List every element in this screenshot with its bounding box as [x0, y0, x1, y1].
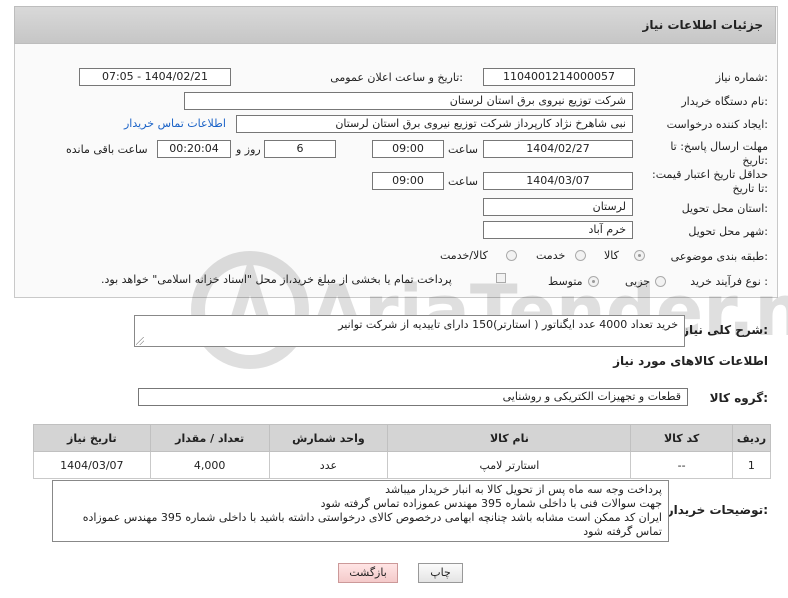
price-validity-time[interactable]: 09:00: [372, 172, 444, 190]
reply-deadline-label: مهلت ارسال پاسخ: تا تاریخ:: [670, 140, 768, 167]
purchase-radio-medium[interactable]: [588, 276, 599, 287]
col-name: نام کالا: [387, 424, 632, 452]
price-validity-label: حداقل تاریخ اعتبار قیمت: تا تاریخ:: [652, 168, 768, 195]
category-option-both: کالا/خدمت: [440, 249, 488, 262]
province-field[interactable]: لرستان: [483, 198, 633, 216]
city-field[interactable]: خرم آباد: [483, 221, 633, 239]
announce-datetime-field[interactable]: 1404/02/21 - 07:05: [79, 68, 231, 86]
category-radio-goods[interactable]: [634, 250, 645, 261]
price-time-label: ساعت: [448, 175, 478, 188]
col-unit: واحد شمارش: [268, 424, 389, 452]
description-textarea[interactable]: خرید تعداد 4000 عدد ایگناتور ( استارتر)1…: [134, 315, 685, 347]
buyer-org-field[interactable]: شرکت توزیع نیروی برق استان لرستان: [184, 92, 633, 110]
table-row[interactable]: 1 -- استارتر لامپ عدد 4,000 1404/03/07: [33, 451, 772, 479]
buyer-note-line: جهت سوالات فنی با داخلی شماره 395 مهندس …: [320, 497, 662, 510]
cell-qty: 4,000: [149, 451, 270, 479]
remaining-label: ساعت باقی مانده: [66, 143, 148, 156]
reply-time-label: ساعت: [448, 143, 478, 156]
requester-field[interactable]: نبی شاهرخ نژاد کارپرداز شرکت توزیع نیروی…: [236, 115, 633, 133]
treasury-bond-checkbox[interactable]: [496, 273, 506, 283]
category-option-service: خدمت: [536, 249, 566, 262]
cell-name: استارتر لامپ: [387, 451, 632, 479]
announce-datetime-label: تاریخ و ساعت اعلان عمومی:: [330, 71, 463, 84]
print-button[interactable]: چاپ: [418, 563, 463, 583]
purchase-type-label: نوع فرآیند خرید :: [690, 275, 768, 288]
buyer-notes-textarea[interactable]: پرداخت وجه سه ماه پس از تحویل کالا به ان…: [52, 480, 669, 542]
cell-unit: عدد: [268, 451, 389, 479]
price-validity-date[interactable]: 1404/03/07: [483, 172, 633, 190]
province-label: استان محل تحویل:: [681, 202, 768, 215]
category-radio-both[interactable]: [506, 250, 517, 261]
buyer-note-line: ایران کد ممکن است مشابه باشد چنانچه ابها…: [82, 511, 662, 538]
buyer-contact-link[interactable]: اطلاعات تماس خریدار: [124, 117, 226, 130]
cell-row: 1: [731, 451, 772, 479]
goods-table-header: ردیف کد کالا نام کالا واحد شمارش تعداد /…: [33, 424, 772, 452]
col-code: کد کالا: [630, 424, 733, 452]
purchase-option-medium: متوسط: [548, 275, 583, 288]
cell-code: --: [630, 451, 733, 479]
category-label: طبقه بندی موضوعی:: [670, 250, 768, 263]
page-title: جزئیات اطلاعات نیاز: [642, 18, 763, 32]
category-option-goods: کالا: [604, 249, 619, 262]
remaining-time-field[interactable]: 00:20:04: [157, 140, 231, 158]
description-text: خرید تعداد 4000 عدد ایگناتور ( استارتر)1…: [338, 318, 678, 331]
goods-group-field[interactable]: قطعات و تجهیزات الکتریکی و روشنایی: [138, 388, 688, 406]
need-number-field[interactable]: 1104001214000057: [483, 68, 635, 86]
purchase-radio-minor[interactable]: [655, 276, 666, 287]
days-label: روز و: [236, 143, 261, 156]
treasury-bond-note: پرداخت تمام یا بخشی از مبلغ خرید،از محل …: [101, 273, 452, 286]
reply-deadline-time[interactable]: 09:00: [372, 140, 444, 158]
col-row: ردیف: [731, 424, 772, 452]
resize-handle-icon[interactable]: [136, 337, 144, 345]
buyer-org-label: نام دستگاه خریدار:: [681, 95, 768, 108]
need-number-label: شماره نیاز:: [715, 71, 768, 84]
col-date: تاریخ نیاز: [33, 424, 151, 452]
purchase-option-minor: جزیی: [625, 275, 651, 288]
goods-section-title: اطلاعات کالاهای مورد نیاز: [613, 354, 768, 368]
cell-date: 1404/03/07: [33, 451, 151, 479]
col-qty: تعداد / مقدار: [149, 424, 270, 452]
buyer-notes-label: توضیحات خریدار:: [666, 503, 768, 517]
panel-header: جزئیات اطلاعات نیاز: [14, 6, 776, 44]
goods-group-label: گروه کالا:: [709, 391, 768, 405]
reply-deadline-date[interactable]: 1404/02/27: [483, 140, 633, 158]
description-label: شرح کلی نیاز:: [682, 323, 768, 337]
back-button[interactable]: بازگشت: [338, 563, 398, 583]
category-radio-service[interactable]: [575, 250, 586, 261]
requester-label: ایجاد کننده درخواست:: [666, 118, 768, 131]
goods-table: ردیف کد کالا نام کالا واحد شمارش تعداد /…: [33, 424, 772, 479]
reply-days-field[interactable]: 6: [264, 140, 336, 158]
city-label: شهر محل تحویل:: [688, 225, 768, 238]
buyer-note-line: پرداخت وجه سه ماه پس از تحویل کالا به ان…: [385, 483, 662, 496]
